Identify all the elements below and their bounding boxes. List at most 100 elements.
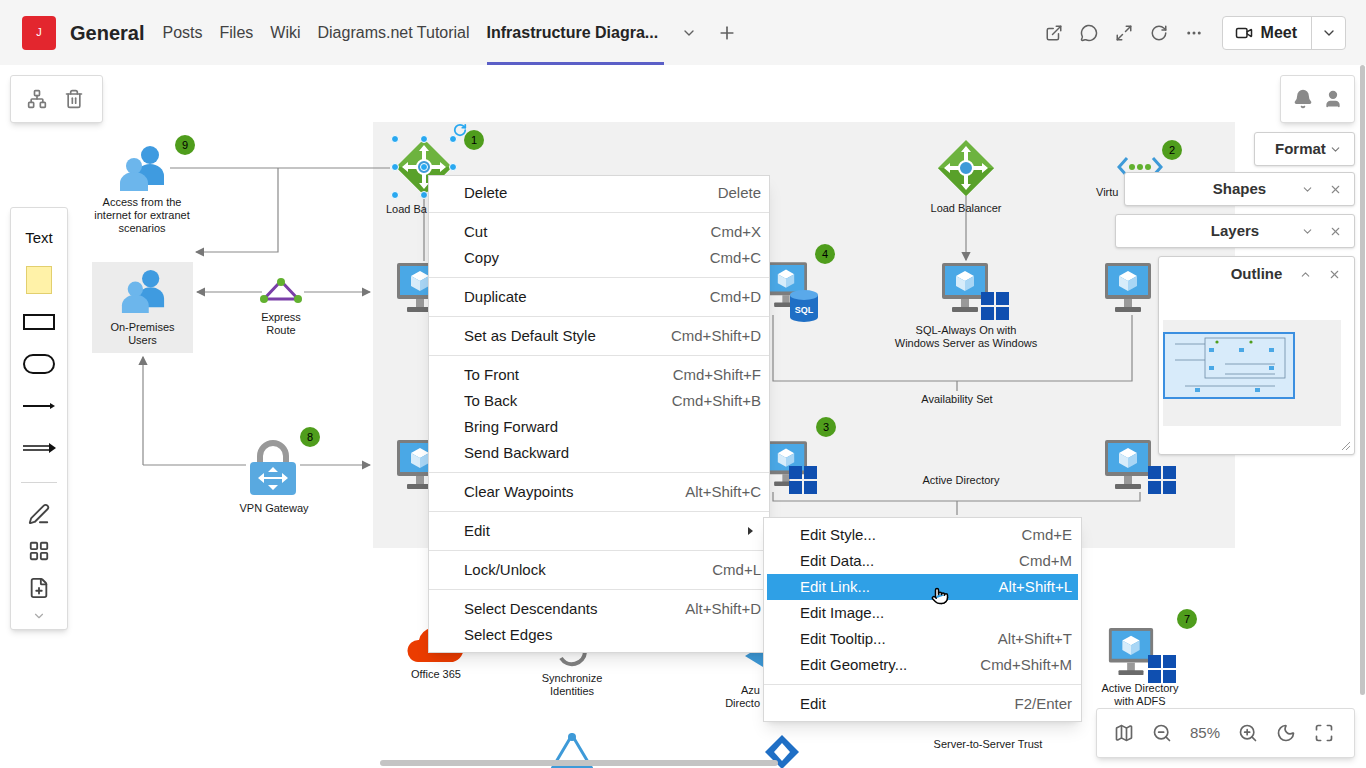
context-menu-item[interactable]: Set as Default StyleCmd+Shift+D — [429, 323, 769, 349]
context-menu-item[interactable]: DuplicateCmd+D — [429, 284, 769, 310]
more-tools-chevron-icon[interactable] — [32, 609, 46, 623]
menu-separator — [429, 355, 769, 356]
channel-tab[interactable]: Files — [220, 0, 254, 65]
ad-server-node[interactable] — [765, 440, 817, 494]
user-profile-icon[interactable] — [1323, 89, 1343, 109]
add-tab-plus-icon[interactable] — [717, 23, 737, 43]
node-label: Availability Set — [897, 393, 1017, 406]
node-label: Office 365 — [396, 668, 476, 681]
submenu-item[interactable]: Edit Tooltip...Alt+Shift+T — [767, 626, 1078, 652]
selection-handle[interactable] — [449, 163, 457, 171]
shapes-library-icon[interactable] — [28, 540, 50, 562]
arrow-tool-icon[interactable] — [22, 443, 56, 453]
notification-bell-icon[interactable] — [1293, 89, 1313, 109]
submenu-item[interactable]: Edit Style...Cmd+E — [767, 522, 1078, 548]
submenu-item[interactable]: Edit Link...Alt+Shift+L — [767, 574, 1078, 600]
context-menu-item[interactable]: Clear WaypointsAlt+Shift+C — [429, 479, 769, 505]
arrange-icon[interactable] — [27, 89, 47, 109]
team-logo[interactable]: J — [22, 16, 56, 50]
diagram-canvas[interactable]: 9Access from theinternet for extranetsce… — [0, 65, 1366, 768]
context-menu-item[interactable]: Bring Forward — [429, 414, 769, 440]
selection-handle[interactable] — [449, 135, 457, 143]
selection-handle[interactable] — [420, 191, 428, 199]
selection-handle[interactable] — [420, 163, 428, 171]
selection-handle[interactable] — [391, 163, 399, 171]
context-menu-item[interactable]: Select Edges — [429, 622, 769, 648]
dark-mode-icon[interactable] — [1276, 723, 1296, 743]
virtual-machine-icon[interactable] — [1105, 440, 1151, 492]
channel-tab[interactable]: Wiki — [270, 0, 300, 65]
context-menu-item[interactable]: Lock/UnlockCmd+L — [429, 557, 769, 583]
outline-minimap[interactable] — [1163, 320, 1341, 426]
context-menu-item[interactable]: Send Backward — [429, 440, 769, 466]
format-chevron-icon[interactable] — [1329, 143, 1342, 156]
outline-panel[interactable]: Outline — [1158, 256, 1355, 455]
channel-tab[interactable]: Posts — [162, 0, 202, 65]
expand-icon[interactable] — [1115, 24, 1133, 42]
rectangle-tool[interactable] — [23, 314, 55, 330]
shapes-panel[interactable]: Shapes — [1124, 172, 1355, 206]
layers-panel[interactable]: Layers — [1115, 214, 1355, 248]
load-balancer-icon — [938, 140, 994, 196]
express-route-icon — [258, 277, 304, 305]
meet-options-chevron-icon[interactable] — [1321, 25, 1337, 41]
map-icon[interactable] — [1114, 723, 1134, 743]
virtual-machine-icon[interactable] — [1107, 628, 1155, 678]
context-menu-item[interactable]: To FrontCmd+Shift+F — [429, 362, 769, 388]
context-menu-item[interactable]: CutCmd+X — [429, 219, 769, 245]
layers-close-icon[interactable] — [1329, 225, 1342, 238]
insert-page-icon[interactable] — [28, 577, 50, 599]
outline-close-icon[interactable] — [1328, 268, 1341, 281]
selection-handle[interactable] — [391, 135, 399, 143]
node-label: On-PremisesUsers — [92, 321, 193, 347]
zoom-level[interactable]: 85% — [1190, 722, 1220, 745]
horizontal-scrollbar[interactable] — [380, 760, 778, 766]
freehand-icon[interactable] — [28, 503, 50, 525]
vpn-gateway-node[interactable] — [248, 440, 298, 496]
reload-icon[interactable] — [1150, 24, 1168, 42]
internet-users-node[interactable] — [118, 145, 166, 191]
more-options-icon[interactable] — [1185, 24, 1203, 42]
outline-viewport[interactable] — [1163, 332, 1295, 399]
zoom-out-icon[interactable] — [1152, 723, 1172, 743]
ellipse-tool[interactable] — [23, 354, 55, 374]
resize-grip-icon[interactable] — [1341, 441, 1351, 451]
zoom-in-icon[interactable] — [1238, 723, 1258, 743]
submenu-item[interactable]: Edit Geometry...Cmd+Shift+M — [767, 652, 1078, 678]
fullscreen-icon[interactable] — [1314, 723, 1334, 743]
channel-tab[interactable]: Infrastructure Diagra... — [487, 0, 665, 65]
outline-collapse-chevron-icon[interactable] — [1299, 268, 1312, 281]
adfs-node[interactable] — [1107, 628, 1176, 683]
submenu-item[interactable]: Edit Data...Cmd+M — [767, 548, 1078, 574]
load-balancer-node[interactable] — [938, 140, 994, 196]
step-badge: 4 — [815, 244, 835, 264]
context-menu-item[interactable]: To BackCmd+Shift+B — [429, 388, 769, 414]
conversation-icon[interactable] — [1080, 24, 1098, 42]
onprem-users-node[interactable] — [120, 268, 166, 314]
text-tool[interactable]: Text — [25, 217, 53, 259]
sticky-note-tool[interactable] — [26, 266, 52, 294]
layers-expand-chevron-icon[interactable] — [1301, 225, 1314, 238]
line-tool-icon[interactable] — [22, 402, 56, 410]
selection-handle[interactable] — [420, 135, 428, 143]
vertical-scrollbar[interactable] — [1360, 65, 1365, 695]
context-menu-item[interactable]: CopyCmd+C — [429, 245, 769, 271]
submenu-item[interactable]: EditF2/Enter — [767, 691, 1078, 717]
meet-button[interactable]: Meet — [1222, 16, 1346, 50]
sql-server-node[interactable]: SQL — [765, 262, 819, 322]
express-route-node[interactable] — [258, 277, 304, 305]
context-menu-item[interactable]: Edit — [429, 518, 769, 544]
tab-options-chevron-icon[interactable] — [681, 25, 697, 41]
shapes-expand-chevron-icon[interactable] — [1301, 183, 1314, 196]
submenu-item[interactable]: Edit Image... — [767, 600, 1078, 626]
channel-tab[interactable]: Diagrams.net Tutorial — [318, 0, 470, 65]
trash-icon[interactable] — [64, 89, 84, 109]
context-menu-item[interactable]: Select DescendantsAlt+Shift+D — [429, 596, 769, 622]
context-menu-item[interactable]: DeleteDelete — [429, 180, 769, 206]
virtual-machine-icon[interactable] — [1105, 263, 1151, 315]
shapes-close-icon[interactable] — [1329, 183, 1342, 196]
selection-handle[interactable] — [391, 191, 399, 199]
format-panel-button[interactable]: Format — [1254, 132, 1355, 166]
sql-always-on-node[interactable] — [940, 263, 1009, 320]
pop-out-icon[interactable] — [1045, 24, 1063, 42]
